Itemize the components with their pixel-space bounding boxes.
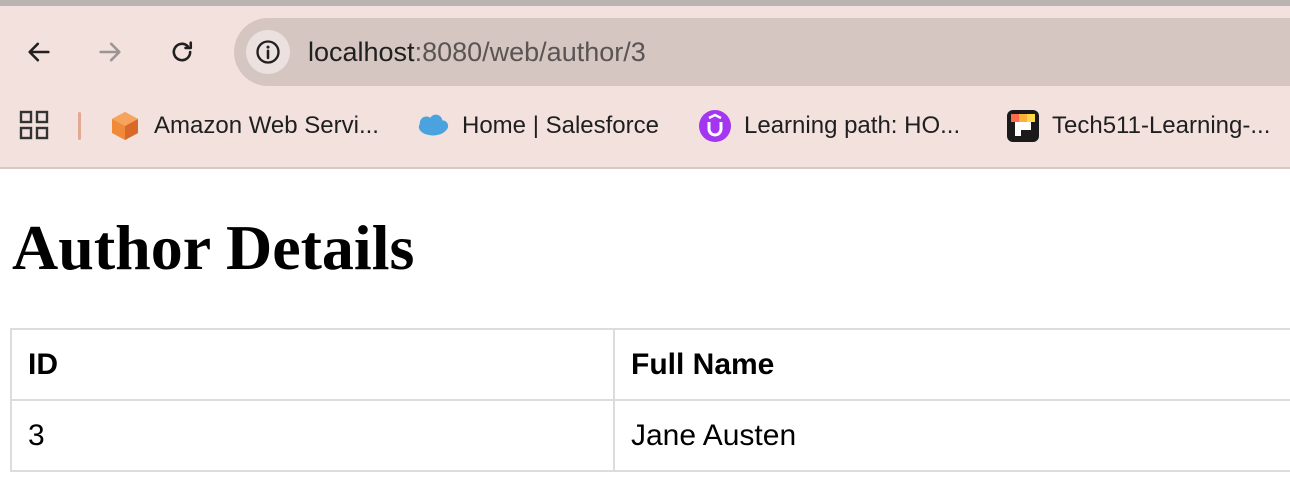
arrow-left-icon [28,42,50,62]
url-host: localhost [308,37,415,67]
reload-button[interactable] [160,30,204,74]
udemy-u-icon [698,109,732,143]
page-title: Author Details [12,212,415,283]
bookmark-label: Tech511-Learning-... [1052,112,1271,139]
address-bar[interactable]: localhost:8080/web/author/3 [234,18,1290,86]
bookmark-label: Amazon Web Servi... [154,112,379,139]
salesforce-cloud-icon [416,109,450,143]
arrow-right-icon [99,42,121,62]
table-header-row: ID Full Name [10,328,1290,401]
column-header-id: ID [10,328,615,401]
url-path: :8080/web/author/3 [414,37,646,67]
author-table: ID Full Name 3 Jane Austen [10,328,1290,472]
cell-full-name: Jane Austen [613,399,1290,472]
bookmarks-divider [78,112,81,140]
bookmark-udemy[interactable]: Learning path: HO... [698,104,960,148]
bookmark-aws[interactable]: Amazon Web Servi... [108,104,379,148]
bookmarks-bar: Amazon Web Servi... Home | Salesforce Le… [0,104,1290,148]
back-button[interactable] [17,30,61,74]
bookmark-label: Home | Salesforce [462,112,659,139]
cell-id: 3 [10,399,615,472]
bookmark-salesforce[interactable]: Home | Salesforce [416,104,659,148]
site-info-button[interactable] [246,30,290,74]
column-header-full-name: Full Name [613,328,1290,401]
reload-icon [172,41,193,62]
bookmark-tech511[interactable]: Tech511-Learning-... [1006,104,1270,148]
bookmark-label: Learning path: HO... [744,112,961,139]
browser-toolbar: localhost:8080/web/author/3 Amazon Web S… [0,6,1290,169]
url-text[interactable]: localhost:8080/web/author/3 [308,18,646,86]
info-circle-icon [256,40,280,64]
apps-grid-icon[interactable] [19,110,49,140]
aws-cube-icon [108,109,142,143]
table-row: 3 Jane Austen [10,399,1290,472]
forward-button[interactable] [88,30,132,74]
tech511-logo-icon [1006,109,1040,143]
